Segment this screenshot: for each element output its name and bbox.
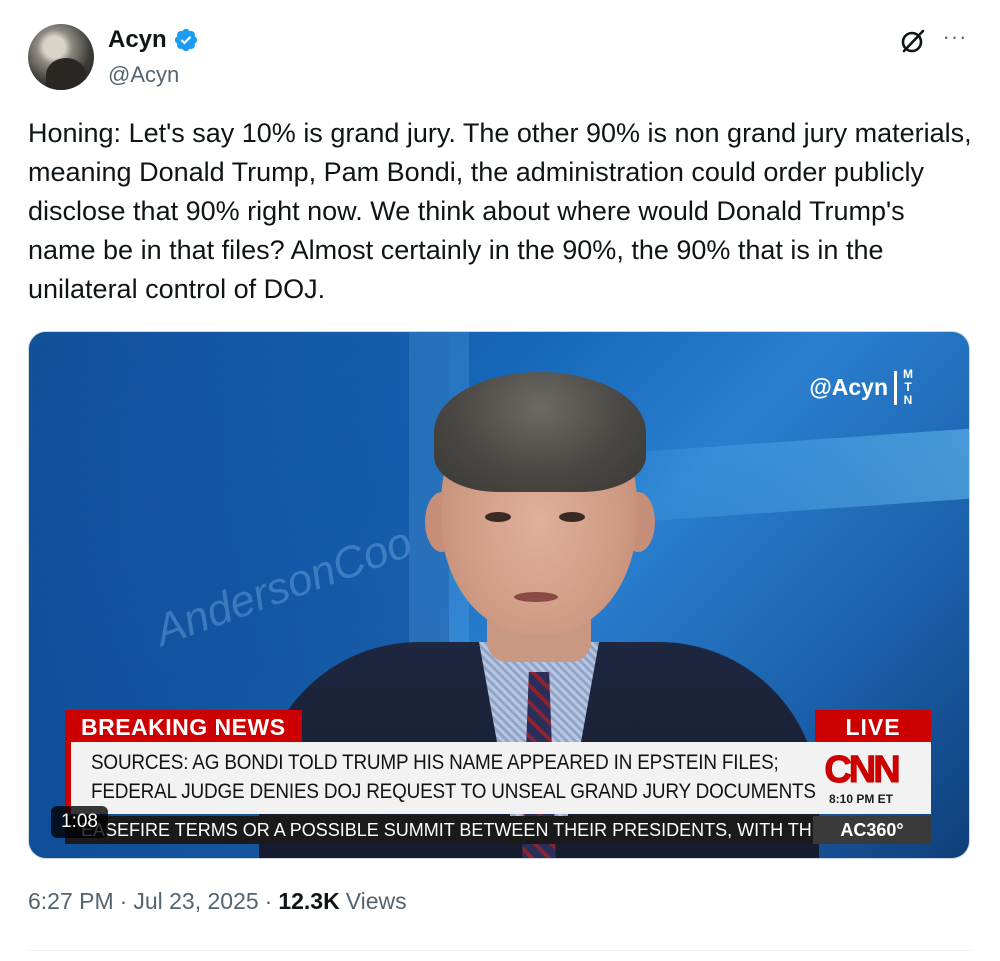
verified-badge-icon [174, 28, 197, 52]
anchor-mouth [514, 592, 558, 602]
video-duration: 1:08 [51, 806, 108, 838]
anchor-eye [559, 512, 585, 522]
views-count[interactable]: 12.3K [278, 888, 339, 915]
headline-line: SOURCES: AG BONDI TOLD TRUMP HIS NAME AP… [91, 751, 779, 774]
news-ticker: EASEFIRE TERMS OR A POSSIBLE SUMMIT BETW… [65, 816, 931, 844]
watermark-mtn: M T N [903, 368, 913, 407]
watermark-divider [894, 370, 897, 405]
video-watermark: @Acyn M T N [809, 368, 913, 407]
avatar[interactable] [28, 24, 94, 90]
tweet-text: Honing: Let's say 10% is grand jury. The… [28, 118, 972, 304]
anchor-eye [485, 512, 511, 522]
live-badge: LIVE [815, 710, 931, 744]
meta-separator: · [119, 888, 128, 914]
tweet-header: Acyn @Acyn ··· [28, 22, 972, 92]
watermark-handle: @Acyn [809, 374, 888, 400]
tweet-meta: 6:27 PM · Jul 23, 2025 · 12.3K Views [28, 888, 407, 915]
news-lower-third: SOURCES: AG BONDI TOLD TRUMP HIS NAME AP… [65, 742, 931, 814]
more-options-button[interactable]: ··· [940, 26, 970, 56]
author-name-row: Acyn [108, 26, 199, 54]
meta-separator: · [264, 888, 273, 914]
news-headline: SOURCES: AG BONDI TOLD TRUMP HIS NAME AP… [91, 748, 816, 806]
headline-line: FEDERAL JUDGE DENIES DOJ REQUEST TO UNSE… [91, 780, 816, 803]
watermark-letter: N [903, 393, 913, 407]
video-player[interactable]: AndersonCoo @Acyn M T N BREAKING NEWS LI… [28, 331, 970, 859]
broadcast-time: 8:10 PM ET [828, 792, 894, 806]
cnn-logo: CNN 8:10 PM ET [811, 748, 911, 807]
divider [28, 950, 972, 951]
breaking-news-banner: BREAKING NEWS [65, 710, 302, 744]
network-logo-text: CNN [824, 749, 901, 792]
show-tag: AC360° [813, 816, 931, 844]
anchor-hair [434, 372, 646, 492]
ticker-text: EASEFIRE TERMS OR A POSSIBLE SUMMIT BETW… [81, 820, 811, 840]
tweet-time[interactable]: 6:27 PM [28, 888, 114, 915]
tweet-date[interactable]: Jul 23, 2025 [133, 888, 258, 915]
author-handle[interactable]: @Acyn [108, 62, 179, 88]
grok-slash-icon[interactable] [898, 26, 928, 56]
views-label: Views [345, 888, 407, 914]
author-name[interactable]: Acyn [108, 26, 167, 54]
